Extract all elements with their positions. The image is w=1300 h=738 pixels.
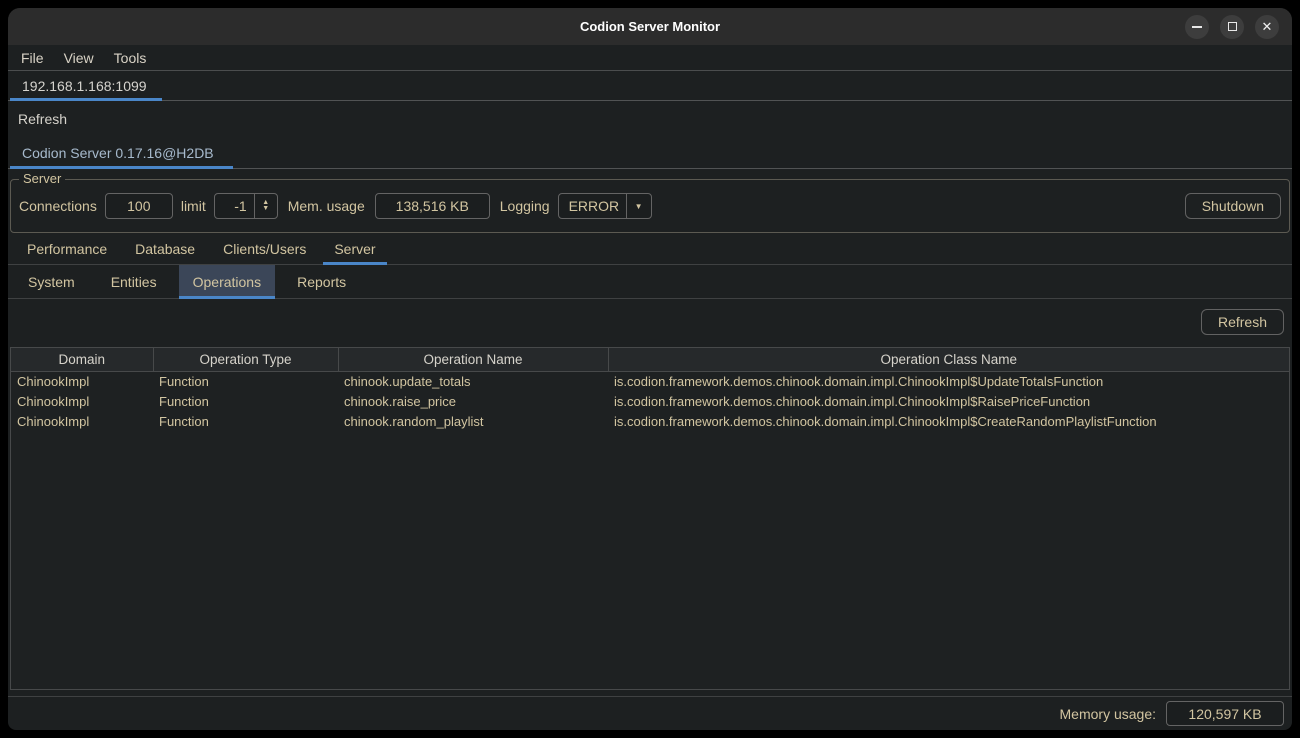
memory-usage-field: 120,597 KB bbox=[1166, 701, 1284, 726]
connections-label: Connections bbox=[19, 198, 97, 214]
close-icon: ✕ bbox=[1262, 20, 1273, 33]
main-tab-bar: Performance Database Clients/Users Serve… bbox=[8, 233, 1292, 265]
table-row[interactable]: ChinookImpl Function chinook.update_tota… bbox=[11, 371, 1289, 391]
server-group-title: Server bbox=[19, 171, 65, 186]
server-instance-tab-bar: Codion Server 0.17.16@H2DB bbox=[8, 137, 1292, 169]
connections-field: 100 bbox=[105, 193, 173, 219]
operations-table: Domain Operation Type Operation Name Ope… bbox=[10, 347, 1290, 690]
cell-operation-class-name[interactable]: is.codion.framework.demos.chinook.domain… bbox=[608, 371, 1289, 391]
menu-view[interactable]: View bbox=[54, 45, 104, 70]
maximize-icon bbox=[1228, 22, 1237, 31]
logging-level-combobox[interactable]: ERROR ▼ bbox=[558, 193, 652, 219]
close-button[interactable]: ✕ bbox=[1255, 15, 1279, 39]
titlebar: Codion Server Monitor ✕ bbox=[8, 8, 1292, 45]
shutdown-button[interactable]: Shutdown bbox=[1185, 193, 1281, 219]
cell-operation-name[interactable]: chinook.raise_price bbox=[338, 391, 608, 411]
cell-operation-class-name[interactable]: is.codion.framework.demos.chinook.domain… bbox=[608, 411, 1289, 431]
connection-limit-spinner[interactable]: -1 ▲ ▼ bbox=[214, 193, 278, 219]
tab-server[interactable]: Server bbox=[323, 233, 386, 264]
operations-toolbar: Refresh bbox=[8, 299, 1292, 347]
cell-domain[interactable]: ChinookImpl bbox=[11, 391, 153, 411]
tab-reports[interactable]: Reports bbox=[283, 265, 360, 298]
mem-usage-label: Mem. usage bbox=[288, 198, 365, 214]
tab-system[interactable]: System bbox=[14, 265, 89, 298]
spinner-down-icon[interactable]: ▼ bbox=[262, 206, 269, 212]
server-group-box: Server Connections 100 limit -1 ▲ ▼ Mem.… bbox=[10, 179, 1290, 233]
tab-operations[interactable]: Operations bbox=[179, 265, 275, 298]
cell-domain[interactable]: ChinookImpl bbox=[11, 371, 153, 391]
cell-operation-type[interactable]: Function bbox=[153, 371, 338, 391]
spinner-arrows[interactable]: ▲ ▼ bbox=[254, 194, 277, 218]
cell-operation-type[interactable]: Function bbox=[153, 391, 338, 411]
menu-bar: File View Tools bbox=[8, 45, 1292, 71]
mem-usage-field: 138,516 KB bbox=[375, 193, 490, 219]
app-window: Codion Server Monitor ✕ File View Tools … bbox=[8, 8, 1292, 730]
refresh-menu-item[interactable]: Refresh bbox=[8, 101, 1292, 137]
column-header-operation-type[interactable]: Operation Type bbox=[153, 348, 338, 371]
minimize-icon bbox=[1192, 26, 1202, 28]
tab-entities[interactable]: Entities bbox=[97, 265, 171, 298]
tab-database[interactable]: Database bbox=[124, 233, 206, 264]
cell-operation-name[interactable]: chinook.update_totals bbox=[338, 371, 608, 391]
maximize-button[interactable] bbox=[1220, 15, 1244, 39]
tab-server-instance[interactable]: Codion Server 0.17.16@H2DB bbox=[10, 137, 233, 168]
cell-operation-name[interactable]: chinook.random_playlist bbox=[338, 411, 608, 431]
logging-label: Logging bbox=[500, 198, 550, 214]
tab-performance[interactable]: Performance bbox=[16, 233, 118, 264]
window-controls: ✕ bbox=[1185, 8, 1279, 45]
chevron-down-icon: ▼ bbox=[635, 202, 643, 211]
table-row[interactable]: ChinookImpl Function chinook.raise_price… bbox=[11, 391, 1289, 411]
column-header-domain[interactable]: Domain bbox=[11, 348, 153, 371]
combo-arrow-section[interactable]: ▼ bbox=[626, 194, 651, 218]
tab-clients-users[interactable]: Clients/Users bbox=[212, 233, 317, 264]
column-header-operation-class-name[interactable]: Operation Class Name bbox=[608, 348, 1289, 371]
menu-tools[interactable]: Tools bbox=[104, 45, 157, 70]
column-header-operation-name[interactable]: Operation Name bbox=[338, 348, 608, 371]
server-controls: Connections 100 limit -1 ▲ ▼ Mem. usage … bbox=[11, 180, 1289, 232]
tab-host-address[interactable]: 192.168.1.168:1099 bbox=[10, 71, 162, 100]
cell-operation-type[interactable]: Function bbox=[153, 411, 338, 431]
status-bar: Memory usage: 120,597 KB bbox=[8, 696, 1292, 730]
logging-level-value[interactable]: ERROR bbox=[559, 194, 626, 218]
cell-domain[interactable]: ChinookImpl bbox=[11, 411, 153, 431]
sub-tab-bar: System Entities Operations Reports bbox=[8, 265, 1292, 299]
limit-label: limit bbox=[181, 198, 206, 214]
minimize-button[interactable] bbox=[1185, 15, 1209, 39]
refresh-button[interactable]: Refresh bbox=[1201, 309, 1284, 335]
table-header-row: Domain Operation Type Operation Name Ope… bbox=[11, 348, 1289, 371]
cell-operation-class-name[interactable]: is.codion.framework.demos.chinook.domain… bbox=[608, 391, 1289, 411]
host-tab-bar: 192.168.1.168:1099 bbox=[8, 71, 1292, 101]
window-title: Codion Server Monitor bbox=[580, 19, 720, 34]
limit-value[interactable]: -1 bbox=[215, 194, 254, 218]
menu-file[interactable]: File bbox=[11, 45, 54, 70]
table-row[interactable]: ChinookImpl Function chinook.random_play… bbox=[11, 411, 1289, 431]
memory-usage-label: Memory usage: bbox=[1060, 706, 1156, 722]
